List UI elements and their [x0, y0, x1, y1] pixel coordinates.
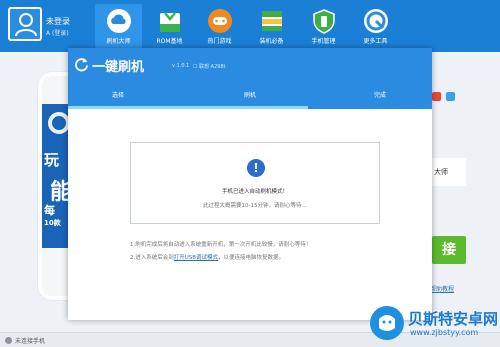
nav-essentials[interactable]: 装机必备: [248, 4, 295, 48]
step-tabs: 选择 刷机 完成: [68, 88, 432, 108]
user-icon: [15, 13, 37, 37]
watermark-url: www.zjbstyy.com: [410, 328, 479, 337]
side-card: 大师: [432, 158, 466, 186]
tab-flash[interactable]: 刷机: [198, 88, 302, 108]
nav-more-tools[interactable]: 更多工具: [352, 4, 399, 48]
gamepad-icon: [207, 8, 233, 34]
status-text: 未连接手机: [15, 338, 46, 345]
nav-hot-games[interactable]: 热门游戏: [196, 4, 243, 48]
phone-status-icon: [5, 337, 12, 344]
status-message: 手机已进入自动刷机模式！: [221, 189, 288, 195]
status-message-box: ! 手机已进入自动刷机模式！ 此过程大概需要10-15分钟，请耐心等待…: [130, 142, 380, 224]
nav-rom-base[interactable]: ROM基地: [146, 4, 193, 48]
nav-flash-master[interactable]: 刷机大师: [95, 4, 142, 48]
nav-phone-manager[interactable]: 手机管理: [300, 4, 347, 48]
note-line-2: 2.进入系统后会到打开USB调试模式，以便连接电脑恢复数据。: [130, 253, 284, 261]
promo-text: 玩: [44, 151, 60, 169]
dialog-title: 一键刷机: [92, 60, 145, 75]
nav-label: 手机管理: [311, 38, 336, 45]
weibo-icon[interactable]: [432, 92, 441, 101]
qq-icon[interactable]: [446, 92, 455, 101]
nav-label: 刷机大师: [106, 38, 131, 45]
note-text: ，以便连接电脑恢复数据。: [218, 255, 285, 261]
side-card-text: 大师: [434, 168, 448, 176]
box-icon: [259, 8, 285, 34]
shield-icon: [311, 8, 337, 34]
site-watermark: 贝斯特安卓网 www.zjbstyy.com: [370, 304, 498, 344]
version-label: v 1.0.1: [172, 63, 190, 69]
login-title[interactable]: 未登录: [46, 16, 70, 27]
promo-text: 10款: [44, 219, 61, 227]
refresh-icon: [75, 57, 89, 72]
shopping-bag-icon: [157, 8, 183, 34]
cloud-icon: [106, 8, 132, 34]
step-progress-bar: [68, 106, 432, 109]
nav-label: ROM基地: [156, 38, 183, 45]
app-header: 未登录 A (登录) 刷机大师 ROM基地 热门游戏 装机必备 手机管理 更多工…: [0, 0, 500, 52]
promo-text: 每: [44, 204, 55, 217]
avatar[interactable]: [8, 7, 42, 41]
nav-label: 热门游戏: [207, 38, 232, 45]
dialog-header: 一键刷机 v 1.0.1 ☐ 联想 A298t 选择 刷机 完成: [68, 48, 432, 108]
watermark-logo-icon: [370, 306, 404, 340]
brand-logo-icon: [48, 112, 70, 134]
usb-debug-link[interactable]: 打开USB调试模式: [174, 255, 218, 261]
tab-done[interactable]: 完成: [328, 88, 432, 108]
status-submessage: 此过程大概需要10-15分钟，请耐心等待…: [203, 203, 307, 209]
device-model: ☐ 联想 A298t: [193, 64, 226, 70]
nav-label: 装机必备: [259, 38, 284, 45]
nav-label: 更多工具: [363, 38, 388, 45]
step-progress-fill: [68, 106, 309, 109]
note-text: 2.进入系统后会到: [130, 255, 174, 261]
flash-dialog: 一键刷机 v 1.0.1 ☐ 联想 A298t 选择 刷机 完成 ! 手机已进入…: [68, 48, 432, 320]
note-line-1: 1.刷机完成后将自动进入系统重新开机，第一次开机比较慢，请耐心等待！: [130, 242, 312, 248]
connect-button[interactable]: 接: [432, 236, 466, 264]
wrench-icon: [363, 8, 389, 34]
tab-select[interactable]: 选择: [68, 88, 168, 108]
watermark-title: 贝斯特安卓网: [408, 310, 499, 328]
login-link[interactable]: A (登录): [46, 28, 69, 37]
help-link[interactable]: 帮助教程: [430, 284, 454, 293]
alert-icon: !: [247, 159, 265, 177]
